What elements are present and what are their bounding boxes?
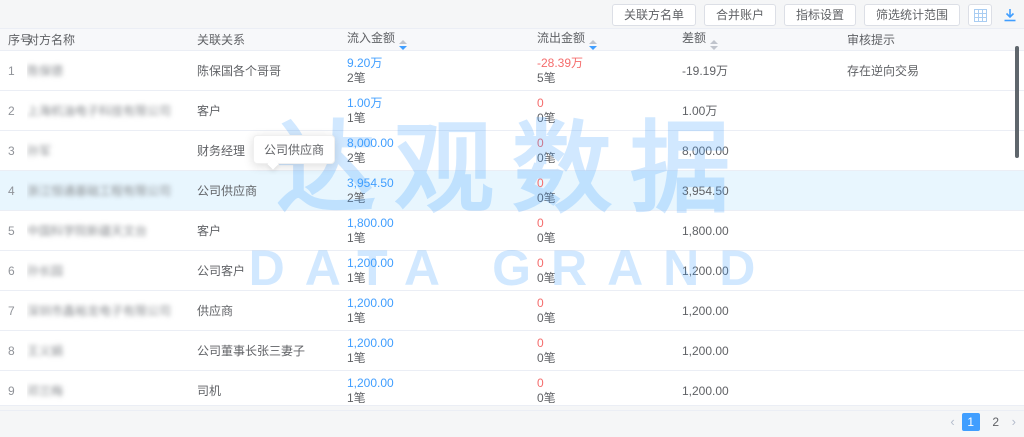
counterparty-name: 陈保德 <box>27 51 197 91</box>
inflow-cell[interactable]: 1,800.001笔 <box>347 211 537 251</box>
transactions-table: 序号 对方名称 关联关系 流入金额 流出金额 差额 审核提示 1陈保德陈保国各个… <box>0 28 1024 406</box>
table-row[interactable]: 2上海机油电子科技有限公司客户1.00万1笔00笔1.00万 <box>0 91 1024 131</box>
outflow-cell[interactable]: 00笔 <box>537 371 682 411</box>
table-row[interactable]: 9邓兰梅司机1,200.001笔00笔1,200.00 <box>0 371 1024 411</box>
relation-cell: 客户 <box>197 211 347 251</box>
column-header-counterparty: 对方名称 <box>27 29 197 51</box>
outflow-cell[interactable]: -28.39万5笔 <box>537 51 682 91</box>
related-party-transactions-page: 关联方名单 合并账户 指标设置 筛选统计范围 <box>0 0 1024 437</box>
row-index: 3 <box>0 131 27 171</box>
outflow-cell[interactable]: 00笔 <box>537 131 682 171</box>
relation-tooltip: 公司供应商 <box>253 135 335 164</box>
column-header-audit-hint: 审核提示 <box>847 29 1024 51</box>
diff-cell: 1.00万 <box>682 91 847 131</box>
inflow-cell[interactable]: 1,200.001笔 <box>347 331 537 371</box>
inflow-cell[interactable]: 1,200.001笔 <box>347 291 537 331</box>
merge-accounts-button[interactable]: 合并账户 <box>704 4 776 26</box>
column-header-inflow[interactable]: 流入金额 <box>347 29 537 51</box>
inflow-cell[interactable]: 3,954.502笔 <box>347 171 537 211</box>
page-button-2[interactable]: 2 <box>987 413 1005 431</box>
counterparty-name: 邓兰梅 <box>27 371 197 411</box>
audit-hint-cell <box>847 371 1024 411</box>
table-body: 1陈保德陈保国各个哥哥9.20万2笔-28.39万5笔-19.19万存在逆向交易… <box>0 51 1024 411</box>
row-index: 6 <box>0 251 27 291</box>
table-row[interactable]: 5中国科学院新疆天文台客户1,800.001笔00笔1,800.00 <box>0 211 1024 251</box>
relation-cell: 陈保国各个哥哥 <box>197 51 347 91</box>
outflow-cell[interactable]: 00笔 <box>537 251 682 291</box>
inflow-cell[interactable]: 1,200.001笔 <box>347 251 537 291</box>
audit-hint-cell <box>847 291 1024 331</box>
audit-hint-cell <box>847 91 1024 131</box>
row-index: 8 <box>0 331 27 371</box>
relation-cell: 公司客户 <box>197 251 347 291</box>
table-header-row: 序号 对方名称 关联关系 流入金额 流出金额 差额 审核提示 <box>0 29 1024 51</box>
table-row[interactable]: 4浙江恒通基础工程有限公司公司供应商3,954.502笔00笔3,954.50 <box>0 171 1024 211</box>
table-row[interactable]: 6孙长园公司客户1,200.001笔00笔1,200.00 <box>0 251 1024 291</box>
relation-cell: 公司供应商 <box>197 171 347 211</box>
outflow-cell[interactable]: 00笔 <box>537 331 682 371</box>
outflow-cell[interactable]: 00笔 <box>537 291 682 331</box>
audit-hint-cell <box>847 131 1024 171</box>
outflow-cell[interactable]: 00笔 <box>537 91 682 131</box>
diff-cell: 1,200.00 <box>682 291 847 331</box>
table-row[interactable]: 1陈保德陈保国各个哥哥9.20万2笔-28.39万5笔-19.19万存在逆向交易 <box>0 51 1024 91</box>
inflow-cell[interactable]: 1,200.001笔 <box>347 371 537 411</box>
inflow-cell[interactable]: 8,000.002笔 <box>347 131 537 171</box>
counterparty-name: 上海机油电子科技有限公司 <box>27 91 197 131</box>
sort-icon[interactable] <box>589 40 597 50</box>
row-index: 4 <box>0 171 27 211</box>
outflow-cell[interactable]: 00笔 <box>537 211 682 251</box>
column-header-diff[interactable]: 差额 <box>682 29 847 51</box>
relation-cell: 客户 <box>197 91 347 131</box>
row-index: 1 <box>0 51 27 91</box>
audit-hint-cell <box>847 211 1024 251</box>
indicator-settings-button[interactable]: 指标设置 <box>784 4 856 26</box>
counterparty-name: 深圳市鑫裕龙电子有限公司 <box>27 291 197 331</box>
prev-page-icon[interactable]: ‹ <box>950 413 954 431</box>
download-icon[interactable] <box>1000 4 1020 26</box>
row-index: 7 <box>0 291 27 331</box>
column-header-relation: 关联关系 <box>197 29 347 51</box>
page-button-1[interactable]: 1 <box>962 413 980 431</box>
relation-cell: 公司董事长张三妻子 <box>197 331 347 371</box>
pagination: ‹ 1 2 › <box>950 413 1016 431</box>
counterparty-name: 孙长园 <box>27 251 197 291</box>
diff-cell: -19.19万 <box>682 51 847 91</box>
inflow-cell[interactable]: 9.20万2笔 <box>347 51 537 91</box>
related-party-list-button[interactable]: 关联方名单 <box>612 4 696 26</box>
grid-icon[interactable] <box>968 4 992 26</box>
diff-cell: 1,200.00 <box>682 371 847 411</box>
row-index: 9 <box>0 371 27 411</box>
relation-cell: 司机 <box>197 371 347 411</box>
table-row[interactable]: 7深圳市鑫裕龙电子有限公司供应商1,200.001笔00笔1,200.00 <box>0 291 1024 331</box>
audit-hint-cell <box>847 331 1024 371</box>
diff-cell: 1,800.00 <box>682 211 847 251</box>
row-index: 2 <box>0 91 27 131</box>
diff-cell: 3,954.50 <box>682 171 847 211</box>
counterparty-name: 浙江恒通基础工程有限公司 <box>27 171 197 211</box>
sort-icon[interactable] <box>399 40 407 50</box>
next-page-icon[interactable]: › <box>1012 413 1016 431</box>
audit-hint-cell <box>847 171 1024 211</box>
inflow-cell[interactable]: 1.00万1笔 <box>347 91 537 131</box>
column-header-outflow[interactable]: 流出金额 <box>537 29 682 51</box>
table-row[interactable]: 8王义娟公司董事长张三妻子1,200.001笔00笔1,200.00 <box>0 331 1024 371</box>
toolbar: 关联方名单 合并账户 指标设置 筛选统计范围 <box>612 4 1020 26</box>
sort-icon[interactable] <box>710 40 718 50</box>
column-header-index: 序号 <box>0 29 27 51</box>
counterparty-name: 孙军 <box>27 131 197 171</box>
outflow-cell[interactable]: 00笔 <box>537 171 682 211</box>
counterparty-name: 中国科学院新疆天文台 <box>27 211 197 251</box>
scrollbar-thumb[interactable] <box>1015 46 1019 158</box>
diff-cell: 1,200.00 <box>682 331 847 371</box>
relation-cell: 供应商 <box>197 291 347 331</box>
diff-cell: 8,000.00 <box>682 131 847 171</box>
audit-hint-cell: 存在逆向交易 <box>847 51 1024 91</box>
row-index: 5 <box>0 211 27 251</box>
table-row[interactable]: 3孙军财务经理8,000.002笔00笔8,000.00 <box>0 131 1024 171</box>
audit-hint-cell <box>847 251 1024 291</box>
filter-statistics-range-button[interactable]: 筛选统计范围 <box>864 4 960 26</box>
diff-cell: 1,200.00 <box>682 251 847 291</box>
counterparty-name: 王义娟 <box>27 331 197 371</box>
